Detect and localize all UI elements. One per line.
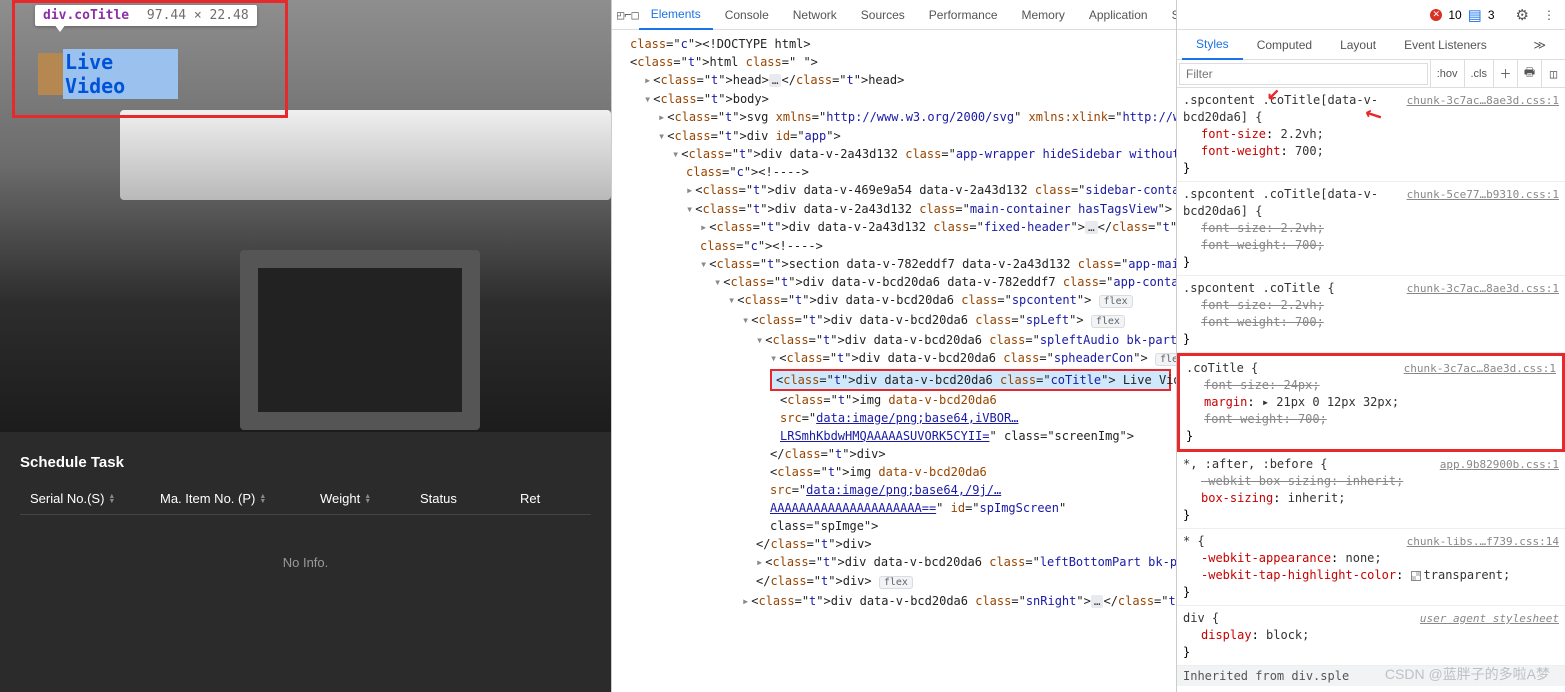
tab-memory[interactable]: Memory xyxy=(1010,0,1077,30)
subtab-styles[interactable]: Styles xyxy=(1182,30,1243,60)
device-icon[interactable]: ⌐□ xyxy=(624,8,638,22)
video-content xyxy=(240,250,480,430)
tab-elements[interactable]: Elements xyxy=(639,0,713,30)
tab-console[interactable]: Console xyxy=(713,0,781,30)
messages-icon[interactable]: ▤ xyxy=(1468,6,1482,24)
col-weight[interactable]: Weight▲▼ xyxy=(320,491,420,506)
no-info-text: No Info. xyxy=(20,555,591,570)
tooltip-selector: div.coTitle xyxy=(43,8,129,23)
new-rule-icon[interactable]: ＋ xyxy=(1493,60,1517,88)
schedule-title: Schedule Task xyxy=(20,454,591,471)
subtab-listeners[interactable]: Event Listeners xyxy=(1390,30,1501,60)
sort-icon[interactable]: ▲▼ xyxy=(259,494,266,504)
error-icon[interactable]: ✕ xyxy=(1430,9,1442,21)
hov-button[interactable]: :hov xyxy=(1430,60,1464,88)
dom-tree[interactable]: class="c"><!DOCTYPE html><class="t">html… xyxy=(612,30,1176,692)
devtools-styles-panel: ✕ 10 ▤ 3 ⚙ ⋮ Styles Computed Layout Event … xyxy=(1176,0,1565,692)
col-item[interactable]: Ma. Item No. (P)▲▼ xyxy=(160,491,320,506)
sort-icon[interactable]: ▲▼ xyxy=(108,494,115,504)
settings-icon[interactable]: ⚙ xyxy=(1516,6,1529,24)
table-header: Serial No.(S)▲▼ Ma. Item No. (P)▲▼ Weigh… xyxy=(20,483,591,515)
tooltip-dimensions: 97.44 × 22.48 xyxy=(147,8,249,23)
sort-icon[interactable]: ▲▼ xyxy=(364,494,371,504)
inspect-icon[interactable]: ◰ xyxy=(617,8,624,22)
inspect-tooltip: div.coTitle 97.44 × 22.48 xyxy=(35,5,257,26)
more-tabs-icon[interactable]: ≫ xyxy=(1519,30,1560,60)
app-preview-panel: div.coTitle 97.44 × 22.48 Live Video Sch… xyxy=(0,0,611,692)
devtools-tabs: ◰ ⌐□ Elements Console Network Sources Pe… xyxy=(612,0,1176,30)
col-status: Status xyxy=(420,491,520,506)
tab-sources[interactable]: Sources xyxy=(849,0,917,30)
schedule-task-panel: Schedule Task Serial No.(S)▲▼ Ma. Item N… xyxy=(0,432,611,692)
filter-input[interactable] xyxy=(1179,63,1428,85)
video-content xyxy=(120,110,611,200)
col-serial[interactable]: Serial No.(S)▲▼ xyxy=(20,491,160,506)
messages-count[interactable]: 3 xyxy=(1488,8,1495,22)
css-rules-list[interactable]: ↙⟵chunk-3c7ac…8ae3d.css:1.spcontent .coT… xyxy=(1177,88,1565,692)
error-count[interactable]: 10 xyxy=(1448,8,1461,22)
styles-subtabs: Styles Computed Layout Event Listeners ≫ xyxy=(1177,30,1565,60)
tab-application[interactable]: Application xyxy=(1077,0,1160,30)
print-icon[interactable]: 🖶 xyxy=(1517,60,1541,88)
more-icon[interactable]: ⋮ xyxy=(1543,8,1555,22)
tab-performance[interactable]: Performance xyxy=(917,0,1010,30)
subtab-computed[interactable]: Computed xyxy=(1243,30,1326,60)
col-ret: Ret xyxy=(520,491,580,506)
panel-icon[interactable]: ◫ xyxy=(1541,60,1565,88)
devtools-elements-panel: ◰ ⌐□ Elements Console Network Sources Pe… xyxy=(611,0,1176,692)
devtools-status-bar: ✕ 10 ▤ 3 ⚙ ⋮ xyxy=(1177,0,1565,30)
cls-button[interactable]: .cls xyxy=(1464,60,1494,88)
tab-network[interactable]: Network xyxy=(781,0,849,30)
subtab-layout[interactable]: Layout xyxy=(1326,30,1390,60)
styles-filter-row: :hov .cls ＋ 🖶 ◫ xyxy=(1177,60,1565,88)
tooltip-arrow xyxy=(54,24,66,32)
